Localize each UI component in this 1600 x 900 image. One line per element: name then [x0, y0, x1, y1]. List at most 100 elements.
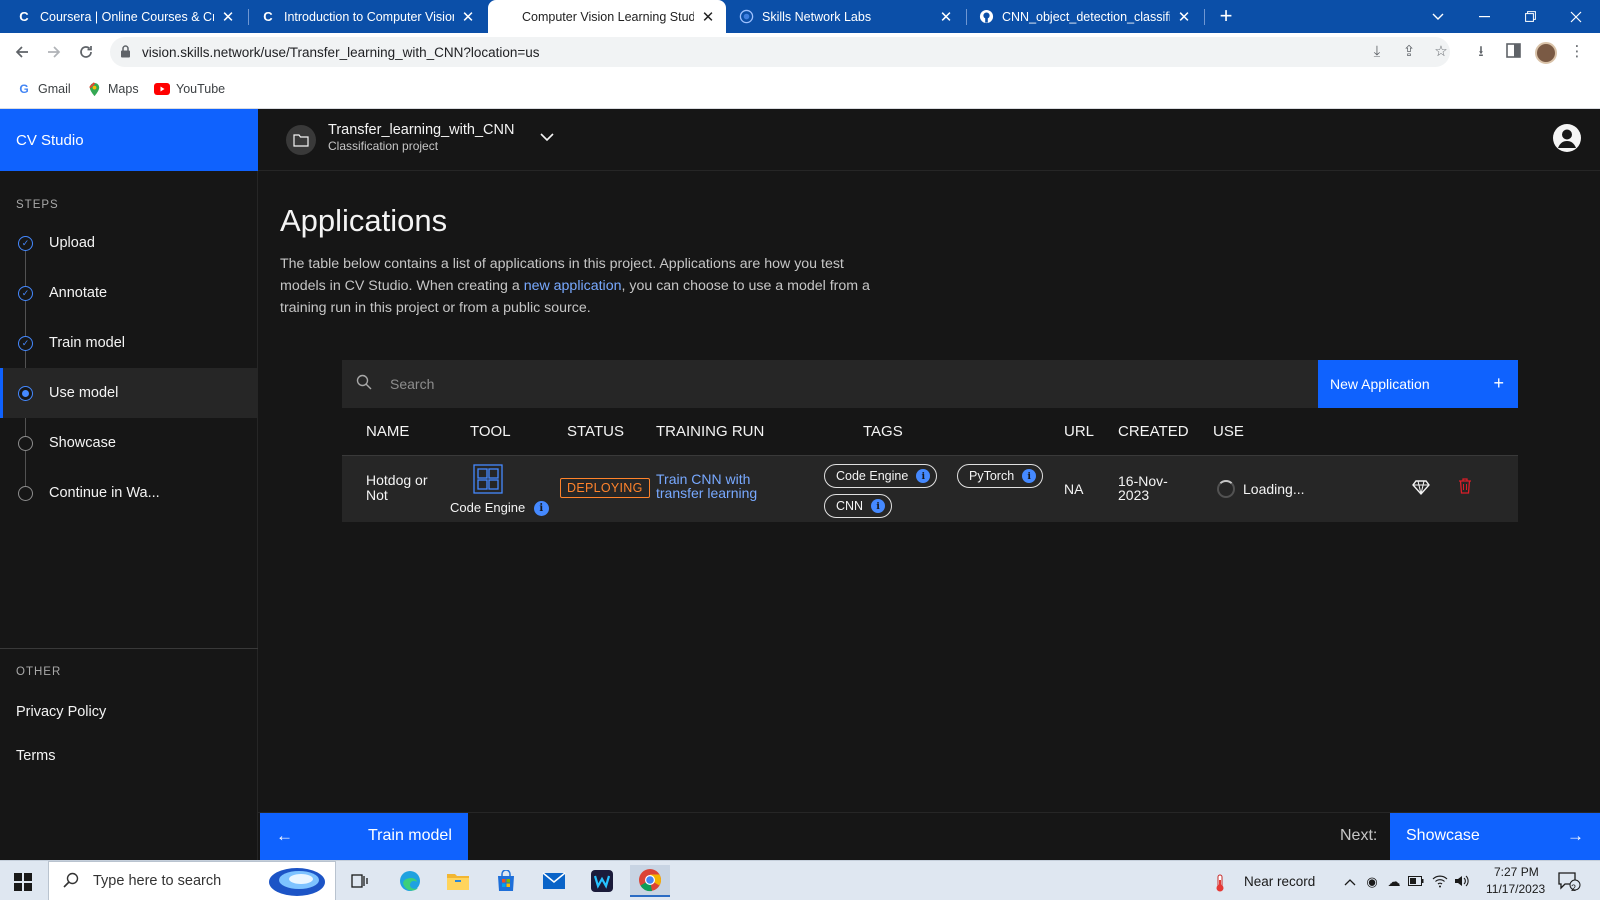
chevron-up-icon[interactable] — [1342, 874, 1358, 890]
info-icon[interactable]: i — [533, 501, 549, 517]
bookmark-star-icon[interactable]: ☆ — [1432, 43, 1450, 61]
notification-icon[interactable]: 2 — [1556, 871, 1582, 893]
prev-step-label: Train model — [368, 827, 452, 844]
arrow-right-icon: → — [1567, 826, 1584, 845]
lock-icon — [120, 45, 134, 59]
step-upload[interactable]: ✓ Upload — [0, 218, 258, 268]
profile-avatar[interactable] — [1535, 42, 1557, 64]
chrome-icon[interactable] — [630, 865, 670, 897]
browser-tab-github[interactable]: CNN_object_detection_classifier ✕ — [968, 0, 1202, 33]
step-label: Train model — [49, 335, 126, 351]
user-avatar-icon[interactable] — [1552, 123, 1582, 153]
windows-taskbar: Type here to search Near record ◉ ☁ 7:27… — [0, 860, 1600, 900]
kebab-menu-icon[interactable]: ⋮ — [1568, 43, 1586, 61]
step-use-model[interactable]: Use model — [0, 368, 258, 418]
new-application-link[interactable]: new application — [524, 278, 622, 294]
reload-button[interactable] — [72, 38, 100, 66]
close-icon[interactable]: ✕ — [938, 8, 954, 26]
coursera-icon: C — [263, 9, 273, 24]
minimize-button[interactable] — [1462, 0, 1506, 33]
next-step-button[interactable]: Showcase → — [1390, 813, 1600, 861]
install-app-icon[interactable]: ⤓ — [1368, 43, 1386, 61]
meet-now-icon[interactable]: ◉ — [1364, 874, 1380, 890]
training-run-link[interactable]: Train CNN with transfer learning — [656, 472, 776, 500]
back-button[interactable] — [8, 38, 36, 66]
windows-start-icon[interactable] — [14, 873, 32, 891]
gem-icon[interactable] — [1412, 478, 1432, 498]
browser-toolbar: vision.skills.network/use/Transfer_learn… — [0, 33, 1600, 71]
step-continue-in-watson[interactable]: Continue in Wa... — [0, 468, 258, 518]
edge-icon[interactable] — [390, 865, 430, 897]
tab-title: Skills Network Labs — [762, 9, 872, 24]
bookmark-maps[interactable]: Maps — [86, 81, 139, 97]
arrow-left-icon: ← — [276, 826, 293, 845]
browser-tab-intro-cv[interactable]: C Introduction to Computer Vision ✕ — [250, 0, 486, 33]
volume-icon[interactable] — [1454, 874, 1470, 890]
tab-title: CNN_object_detection_classifier — [1002, 9, 1170, 24]
thermometer-icon[interactable] — [1212, 874, 1228, 892]
clock-date[interactable]: 11/17/2023 — [1486, 882, 1545, 896]
microsoft-store-icon[interactable] — [486, 865, 526, 897]
column-header-created: CREATED — [1118, 423, 1189, 440]
youtube-icon — [154, 81, 170, 97]
step-train-model[interactable]: ✓ Train model — [0, 318, 258, 368]
maps-icon — [86, 81, 102, 97]
browser-tab-coursera[interactable]: C Coursera | Online Courses & Cre ✕ — [6, 0, 246, 33]
restore-button[interactable] — [1508, 0, 1552, 33]
browser-tab-cv-studio[interactable]: Computer Vision Learning Studio ✕ — [488, 0, 726, 33]
taskbar-search-box[interactable]: Type here to search — [48, 861, 336, 900]
info-icon[interactable]: i — [916, 469, 931, 483]
clock-time[interactable]: 7:27 PM — [1494, 865, 1539, 879]
bookmark-youtube[interactable]: YouTube — [154, 81, 225, 97]
download-icon[interactable]: ⭳ — [1472, 43, 1490, 61]
column-header-tool: TOOL — [470, 423, 511, 440]
search-input[interactable] — [390, 373, 1190, 395]
step-showcase[interactable]: Showcase — [0, 418, 258, 468]
weather-text[interactable]: Near record — [1244, 874, 1315, 889]
info-icon[interactable]: i — [871, 499, 886, 513]
column-header-tags: TAGS — [863, 423, 903, 440]
trash-icon[interactable] — [1458, 478, 1478, 498]
close-icon[interactable]: ✕ — [460, 8, 476, 26]
project-switcher-chevron-icon[interactable] — [540, 129, 554, 145]
close-icon[interactable]: ✕ — [220, 8, 236, 26]
next-step-label: Showcase — [1406, 827, 1480, 844]
bookmarks-bar: G Gmail Maps YouTube — [0, 71, 1600, 109]
step-label: Use model — [49, 385, 119, 401]
mail-icon[interactable] — [534, 865, 574, 897]
share-icon[interactable]: ⇪ — [1400, 43, 1418, 61]
previous-step-button[interactable]: ← Train model — [260, 813, 468, 861]
tab-search-chevron-icon[interactable] — [1416, 0, 1460, 33]
forward-button[interactable] — [40, 38, 68, 66]
pending-step-icon — [18, 485, 33, 501]
address-bar[interactable]: vision.skills.network/use/Transfer_learn… — [110, 37, 1450, 67]
brand-header[interactable]: CV Studio — [0, 109, 258, 171]
side-panel-icon[interactable] — [1504, 43, 1522, 61]
new-tab-button[interactable]: + — [1214, 4, 1238, 28]
battery-icon[interactable] — [1408, 874, 1424, 890]
task-view-icon[interactable] — [340, 865, 380, 897]
wifi-icon[interactable] — [1432, 874, 1448, 890]
webex-icon[interactable] — [582, 865, 622, 897]
close-icon[interactable]: ✕ — [700, 8, 716, 26]
table-row[interactable]: Hotdog or Not Code Engine i DEPLOYING Tr… — [342, 456, 1518, 522]
column-header-url: URL — [1064, 423, 1095, 440]
app-name: Hotdog or Not — [366, 472, 428, 503]
privacy-policy-link[interactable]: Privacy Policy — [16, 704, 106, 720]
close-window-button[interactable] — [1554, 0, 1598, 33]
checkmark-icon: ✓ — [18, 235, 33, 251]
cloud-icon[interactable]: ☁ — [1386, 874, 1402, 890]
step-annotate[interactable]: ✓ Annotate — [0, 268, 258, 318]
terms-link[interactable]: Terms — [16, 748, 55, 764]
new-application-button[interactable]: New Application + — [1318, 360, 1518, 408]
browser-tab-skills-network[interactable]: Skills Network Labs ✕ — [728, 0, 964, 33]
info-icon[interactable]: i — [1022, 469, 1037, 483]
close-icon[interactable]: ✕ — [1176, 8, 1192, 26]
file-explorer-icon[interactable] — [438, 865, 478, 897]
button-label: New Application — [1330, 376, 1430, 392]
created-date: 16-Nov-2023 — [1118, 473, 1168, 503]
github-icon — [978, 9, 994, 25]
table-toolbar: New Application + — [342, 360, 1518, 408]
bookmark-gmail[interactable]: G Gmail — [16, 81, 70, 97]
sidebar: CV Studio STEPS ✓ Upload ✓ Annotate ✓ Tr… — [0, 109, 258, 860]
